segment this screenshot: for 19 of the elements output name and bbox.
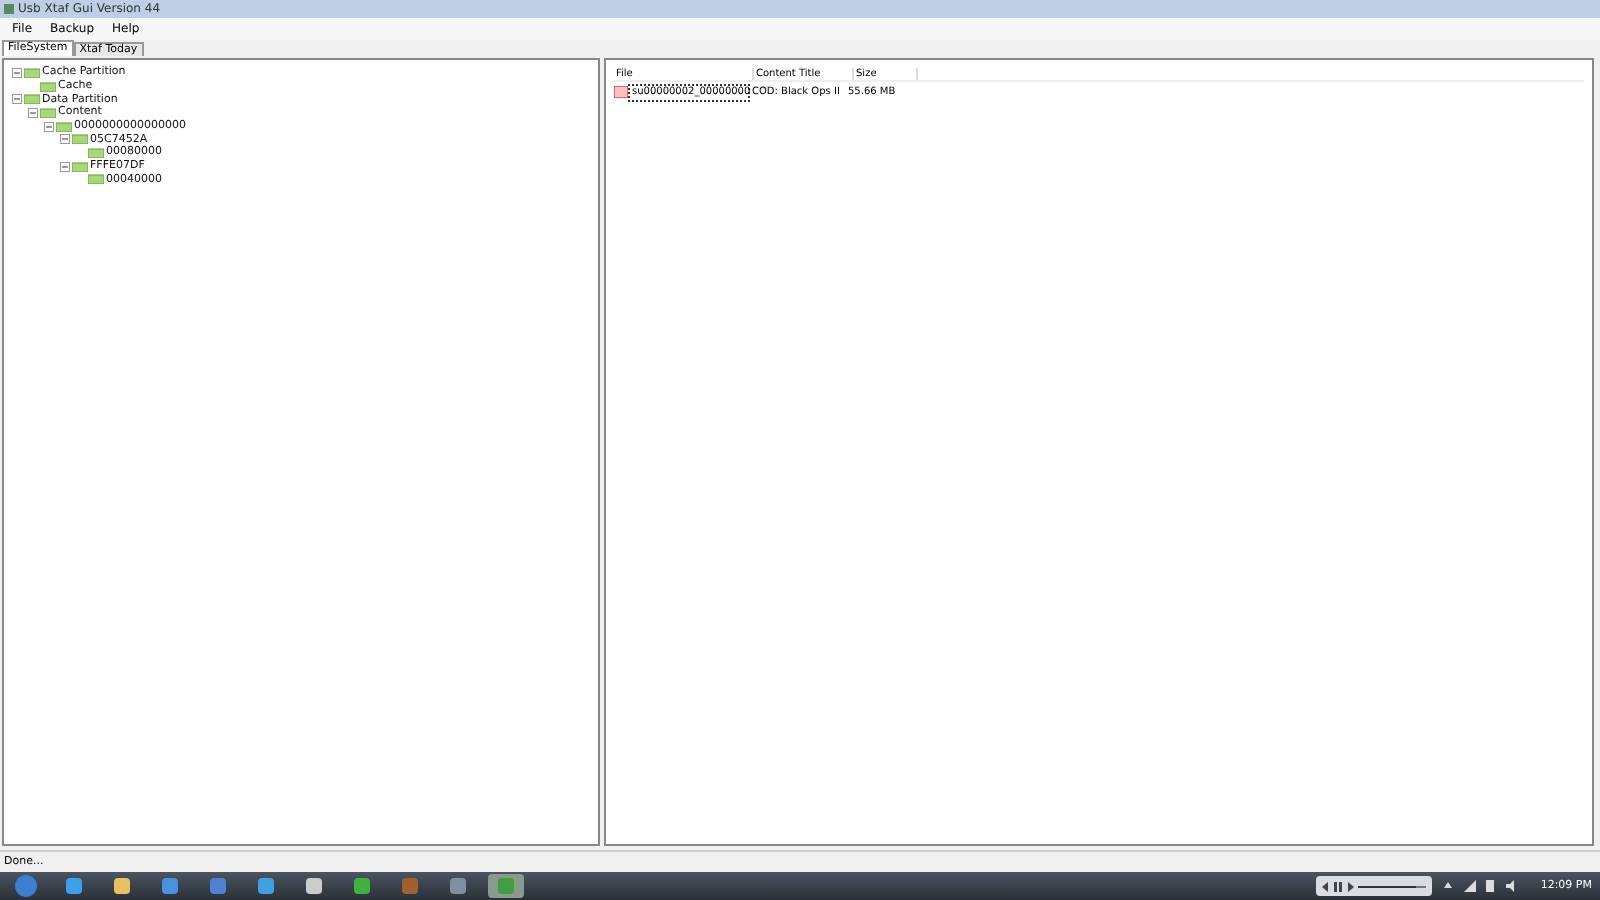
collapse-icon[interactable] — [12, 67, 22, 78]
app-icon[interactable] — [162, 878, 178, 894]
app-icon[interactable] — [114, 878, 130, 894]
app-icon[interactable] — [306, 878, 322, 894]
collapse-icon[interactable] — [60, 161, 70, 172]
start-icon[interactable] — [14, 874, 38, 898]
app-icon[interactable] — [66, 878, 82, 894]
playback-controls-icon[interactable] — [1322, 881, 1355, 891]
app-icon[interactable] — [210, 878, 226, 894]
file-icon — [614, 86, 628, 98]
app-icon[interactable] — [450, 878, 466, 894]
collapse-icon[interactable] — [60, 134, 70, 145]
app-icon[interactable] — [402, 878, 418, 894]
app-icon[interactable] — [354, 878, 370, 894]
collapse-icon[interactable] — [44, 121, 54, 132]
collapse-icon[interactable] — [28, 107, 38, 118]
app-icon[interactable] — [258, 878, 274, 894]
app-icon — [4, 4, 14, 14]
collapse-icon[interactable] — [12, 94, 22, 105]
